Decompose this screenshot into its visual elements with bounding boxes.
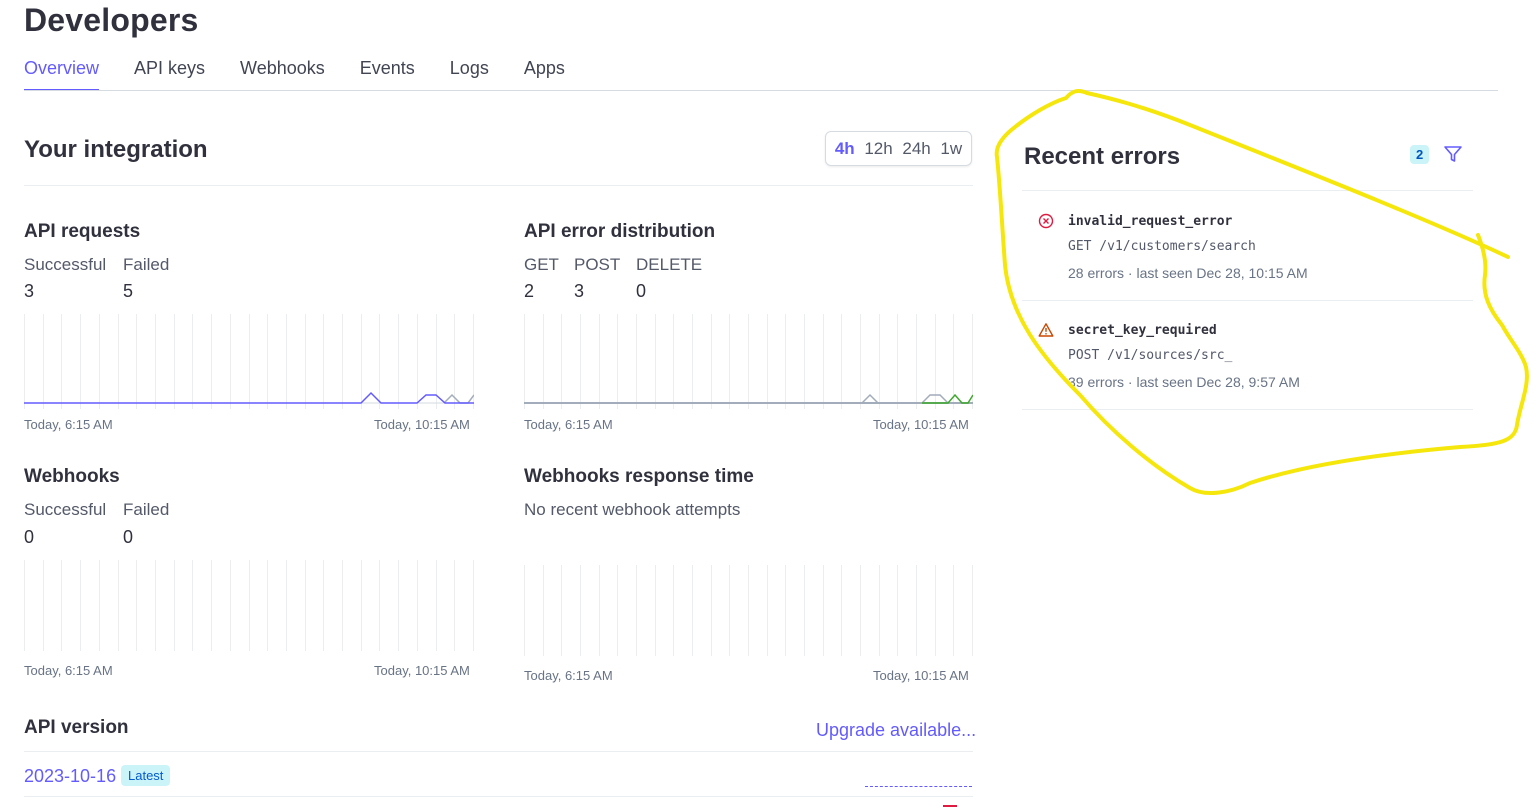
tab-events[interactable]: Events — [360, 58, 415, 91]
x-axis-end: Today, 10:15 AM — [374, 663, 470, 678]
stat-value-get: 2 — [524, 281, 535, 301]
stat-label-successful: Successful — [24, 255, 107, 274]
highlight-annotation — [994, 88, 1529, 495]
x-axis-end: Today, 10:15 AM — [374, 417, 470, 432]
chart-gridlines — [524, 565, 973, 656]
range-24h[interactable]: 24h — [902, 139, 930, 159]
api-version-divider — [24, 751, 973, 752]
stat-label-failed: Failed — [123, 255, 170, 274]
stat-value-post: 3 — [574, 281, 585, 301]
tab-webhooks[interactable]: Webhooks — [240, 58, 325, 91]
stat-value-delete: 0 — [636, 281, 647, 301]
webhooks-title: Webhooks — [24, 466, 120, 487]
range-12h[interactable]: 12h — [864, 139, 892, 159]
range-1w[interactable]: 1w — [940, 139, 962, 159]
x-axis-start: Today, 6:15 AM — [524, 417, 613, 432]
stat-label-successful: Successful — [24, 500, 107, 519]
api-version-title: API version — [24, 717, 129, 738]
webhooks-empty-text: No recent webhook attempts — [524, 500, 741, 519]
x-axis-end: Today, 10:15 AM — [873, 668, 969, 683]
x-axis-start: Today, 6:15 AM — [24, 417, 113, 432]
upgrade-available-link[interactable]: Upgrade available... — [816, 720, 976, 741]
tab-logs[interactable]: Logs — [450, 58, 489, 91]
stat-label-failed: Failed — [123, 500, 170, 519]
stat-label-delete: DELETE — [636, 255, 703, 274]
tab-apps[interactable]: Apps — [524, 58, 565, 91]
webhooks-chart[interactable] — [24, 560, 474, 651]
chart-gridlines — [524, 314, 973, 409]
api-requests-chart[interactable] — [24, 314, 474, 409]
api-version-value[interactable]: 2023-10-16 — [24, 766, 116, 787]
chart-gridlines — [24, 560, 474, 651]
tab-bar: Overview API keys Webhooks Events Logs A… — [24, 58, 600, 91]
time-range-selector: 4h 12h 24h 1w — [825, 131, 972, 166]
chart-gridlines — [24, 314, 474, 409]
webhooks-response-chart[interactable] — [524, 565, 973, 656]
x-axis-start: Today, 6:15 AM — [524, 668, 613, 683]
latest-badge: Latest — [121, 765, 171, 786]
tab-overview[interactable]: Overview — [24, 58, 100, 91]
x-axis-end: Today, 10:15 AM — [873, 417, 969, 432]
integration-title: Your integration — [24, 136, 208, 163]
failed-series-line — [443, 393, 474, 404]
partial-indicator — [943, 805, 957, 807]
stat-label-post: POST — [574, 255, 621, 274]
dashed-link-underline — [865, 786, 972, 787]
api-error-distribution-title: API error distribution — [524, 221, 716, 242]
stat-value-failed: 0 — [123, 527, 134, 547]
api-requests-title: API requests — [24, 221, 141, 242]
stat-value-failed: 5 — [123, 281, 134, 301]
stat-value-successful: 3 — [24, 281, 35, 301]
x-axis-start: Today, 6:15 AM — [24, 663, 113, 678]
stat-value-successful: 0 — [24, 527, 35, 547]
api-error-distribution-chart[interactable] — [524, 314, 973, 409]
tab-api-keys[interactable]: API keys — [134, 58, 205, 91]
page-title: Developers — [24, 2, 199, 38]
stat-label-get: GET — [524, 255, 559, 274]
api-version-bottom-divider — [24, 796, 973, 797]
range-4h[interactable]: 4h — [835, 139, 855, 159]
webhooks-response-title: Webhooks response time — [524, 466, 754, 487]
integration-divider — [24, 185, 973, 186]
